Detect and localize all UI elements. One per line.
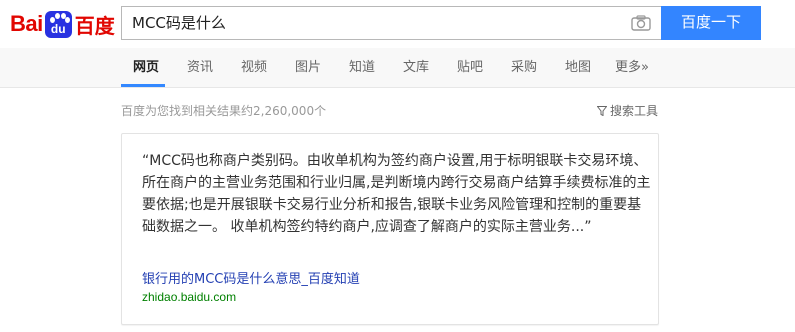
search-box[interactable]: MCC码是什么 <box>121 6 661 40</box>
tab-video[interactable]: 视频 <box>241 48 267 88</box>
logo-text-du: du <box>50 21 66 36</box>
funnel-icon <box>597 105 607 116</box>
answer-link[interactable]: 银行用的MCC码是什么意思_百度知道 <box>142 268 360 287</box>
logo-text-bai: Bai <box>10 11 43 36</box>
logo-text-cn: 百度 <box>74 13 115 38</box>
baidu-logo[interactable]: Bai du 百度 <box>10 10 115 38</box>
baidu-paw-icon: du <box>44 10 72 38</box>
nav-bar: 网页 资讯 视频 图片 知道 文库 贴吧 采购 地图 更多» <box>0 48 795 88</box>
search-tools-label: 搜索工具 <box>610 104 659 118</box>
results-count: 百度为您找到相关结果约2,260,000个 <box>121 104 327 118</box>
tab-tieba[interactable]: 贴吧 <box>457 48 483 88</box>
active-tab-indicator <box>121 84 165 87</box>
tab-map[interactable]: 地图 <box>565 48 591 88</box>
tab-images[interactable]: 图片 <box>295 48 321 88</box>
tab-zhidao[interactable]: 知道 <box>349 48 375 88</box>
tab-web[interactable]: 网页 <box>133 48 159 88</box>
camera-icon[interactable] <box>631 15 651 31</box>
search-tools-button[interactable]: 搜索工具 <box>597 102 658 119</box>
tab-news[interactable]: 资讯 <box>187 48 213 88</box>
header: Bai du 百度 MCC码是什么 百度一下 <box>0 0 795 48</box>
answer-text: “MCC码也称商户类别码。由收单机构为签约商户设置,用于标明银联卡交易环境、所在… <box>142 153 651 235</box>
tab-more[interactable]: 更多» <box>615 48 649 88</box>
search-input[interactable]: MCC码是什么 <box>132 7 226 39</box>
tab-purchase[interactable]: 采购 <box>511 48 537 88</box>
answer-card: “MCC码也称商户类别码。由收单机构为签约商户设置,用于标明银联卡交易环境、所在… <box>121 133 659 325</box>
tab-wenku[interactable]: 文库 <box>403 48 429 88</box>
search-button[interactable]: 百度一下 <box>661 6 761 40</box>
answer-source-url: zhidao.baidu.com <box>142 290 237 304</box>
